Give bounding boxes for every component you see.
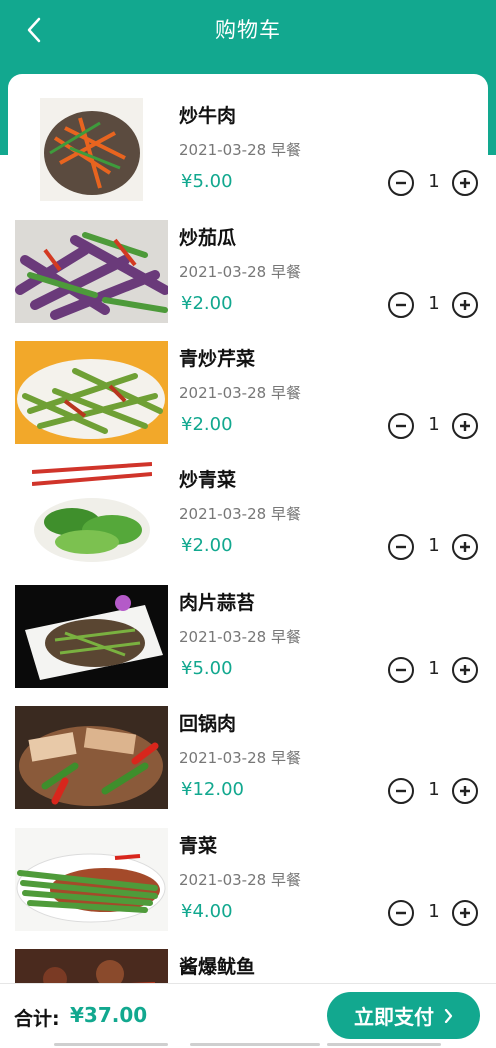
item-name: 炒茄瓜 [179,227,237,249]
minus-icon [396,789,406,793]
pay-now-label: 立即支付 [354,1005,434,1029]
item-price: ¥2.00 [181,414,233,435]
item-date: 2021-03-28 [179,871,267,889]
plus-icon [460,665,470,675]
item-quantity: 1 [428,293,440,314]
checkout-bar: 合计: ¥37.00 立即支付 [0,983,496,1048]
item-price: ¥2.00 [181,293,233,314]
minus-icon [396,424,406,428]
item-meal: 早餐 [270,628,301,646]
food-image-beef [40,98,143,201]
item-meta: 2021-03-28 早餐 [179,747,301,768]
item-date: 2021-03-28 [179,749,267,767]
cart-item: 炒青菜 2021-03-28 早餐 ¥2.00 1 [8,438,488,565]
item-date: 2021-03-28 [179,628,267,646]
item-date: 2021-03-28 [179,263,267,281]
quantity-stepper: 1 [388,534,482,564]
food-image-green-vegetable [15,828,168,931]
item-date: 2021-03-28 [179,505,267,523]
minus-icon [396,303,406,307]
plus-button[interactable] [452,534,478,560]
minus-icon [396,668,406,672]
item-price: ¥4.00 [181,901,233,922]
minus-button[interactable] [388,292,414,318]
item-name: 酱爆鱿鱼 [179,956,256,978]
item-name: 回锅肉 [179,713,237,735]
page-title: 购物车 [215,18,281,42]
food-image-greens [32,462,152,565]
total-price: ¥37.00 [70,1003,148,1027]
item-meal: 早餐 [270,141,301,159]
item-name: 青菜 [179,835,218,857]
item-quantity: 1 [428,171,440,192]
plus-icon [460,421,470,431]
total-label: 合计: [14,1008,60,1030]
plus-icon [460,908,470,918]
cart-item: 青菜 2021-03-28 早餐 ¥4.00 1 [8,804,488,931]
minus-button[interactable] [388,900,414,926]
item-date: 2021-03-28 [179,384,267,402]
cart-item: 炒牛肉 2021-03-28 早餐 ¥5.00 1 [8,74,488,201]
item-date: 2021-03-28 [179,141,267,159]
item-meal: 早餐 [270,384,301,402]
item-meta: 2021-03-28 早餐 [179,261,301,282]
item-meal: 早餐 [270,505,301,523]
plus-button[interactable] [452,170,478,196]
item-price: ¥2.00 [181,535,233,556]
item-price: ¥5.00 [181,171,233,192]
item-meal: 早餐 [270,871,301,889]
item-quantity: 1 [428,414,440,435]
item-meta: 2021-03-28 早餐 [179,139,301,160]
item-meta: 2021-03-28 早餐 [179,503,301,524]
food-image-twice-cooked-pork [15,706,168,809]
minus-button[interactable] [388,778,414,804]
item-meal: 早餐 [270,263,301,281]
chevron-right-icon [444,1008,453,1023]
cart-item: 青炒芹菜 2021-03-28 早餐 ¥2.00 1 [8,317,488,444]
plus-button[interactable] [452,900,478,926]
plus-button[interactable] [452,778,478,804]
item-quantity: 1 [428,535,440,556]
item-meta: 2021-03-28 早餐 [179,382,301,403]
plus-button[interactable] [452,657,478,683]
food-image-pork-garlic-shoots [15,585,168,688]
item-name: 炒青菜 [179,469,237,491]
item-name: 肉片蒜苔 [179,592,256,614]
minus-icon [396,181,406,185]
minus-button[interactable] [388,534,414,560]
scroll-indicator [190,1043,320,1046]
food-image-celery [15,341,168,444]
plus-button[interactable] [452,413,478,439]
item-quantity: 1 [428,658,440,679]
item-meta: 2021-03-28 早餐 [179,626,301,647]
plus-icon [460,786,470,796]
pay-now-button[interactable]: 立即支付 [327,992,480,1039]
plus-button[interactable] [452,292,478,318]
plus-icon [460,542,470,552]
scroll-indicator [327,1043,441,1046]
plus-icon [460,178,470,188]
item-name: 青炒芹菜 [179,348,256,370]
minus-button[interactable] [388,170,414,196]
item-price: ¥5.00 [181,658,233,679]
cart-list: 炒牛肉 2021-03-28 早餐 ¥5.00 1 炒茄瓜 2021-03-28… [8,74,488,994]
cart-item: 肉片蒜苔 2021-03-28 早餐 ¥5.00 1 [8,561,488,688]
item-quantity: 1 [428,779,440,800]
item-name: 炒牛肉 [179,105,237,127]
minus-icon [396,545,406,549]
food-image-eggplant [15,220,168,323]
scroll-indicator [54,1043,168,1046]
minus-button[interactable] [388,657,414,683]
plus-icon [460,300,470,310]
minus-icon [396,911,406,915]
item-price: ¥12.00 [181,779,244,800]
item-meta: 2021-03-28 早餐 [179,869,301,890]
cart-item: 回锅肉 2021-03-28 早餐 ¥12.00 1 [8,682,488,809]
minus-button[interactable] [388,413,414,439]
cart-item: 炒茄瓜 2021-03-28 早餐 ¥2.00 1 [8,196,488,323]
item-quantity: 1 [428,901,440,922]
item-meal: 早餐 [270,749,301,767]
